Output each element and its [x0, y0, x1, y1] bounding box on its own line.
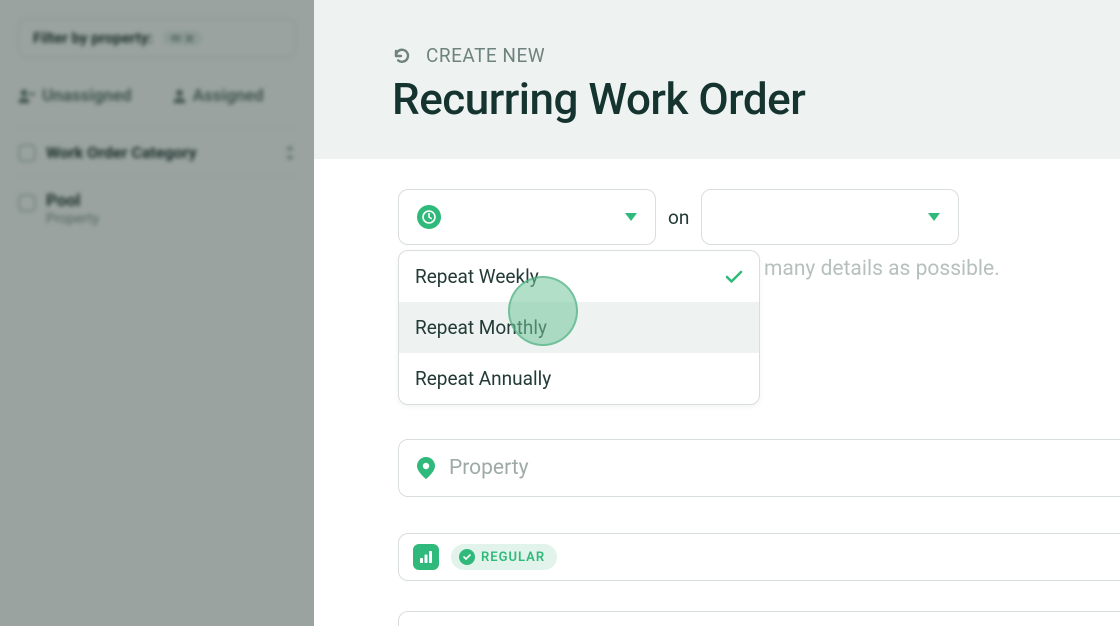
tab-unassigned-label: Unassigned — [42, 86, 132, 106]
item-checkbox[interactable] — [18, 194, 36, 212]
close-icon — [185, 34, 194, 43]
panel-header: CREATE NEW Recurring Work Order — [314, 0, 1120, 159]
priority-pill[interactable]: REGULAR — [451, 544, 557, 570]
filter-label: Filter by property: — [33, 29, 153, 47]
day-select[interactable] — [701, 189, 959, 245]
on-label: on — [668, 206, 689, 229]
list-item[interactable]: Pool Property — [18, 177, 296, 241]
user-minus-icon — [18, 88, 36, 104]
clock-icon — [417, 205, 441, 229]
priority-icon — [413, 544, 439, 570]
chevron-down-icon — [625, 213, 637, 221]
priority-field[interactable]: REGULAR — [398, 533, 1120, 581]
category-checkbox[interactable] — [18, 144, 36, 162]
main-panel: CREATE NEW Recurring Work Order Repeat W… — [314, 0, 1120, 626]
item-subtitle: Property — [46, 211, 99, 227]
dropdown-option-label: Repeat Monthly — [415, 316, 547, 339]
filter-by-property[interactable]: Filter by property: — [18, 18, 296, 58]
filter-pill-clear[interactable] — [163, 31, 202, 45]
link-icon — [171, 33, 181, 43]
dropdown-option-weekly[interactable]: Repeat Weekly — [399, 251, 759, 302]
create-new-label: CREATE NEW — [426, 44, 545, 67]
tab-assigned[interactable]: Assigned — [172, 86, 264, 106]
details-hint: many details as possible. — [764, 257, 1000, 281]
priority-label: REGULAR — [481, 550, 545, 565]
page-title: Recurring Work Order — [392, 73, 1120, 125]
property-placeholder: Property — [449, 456, 529, 480]
dropdown-option-monthly[interactable]: Repeat Monthly — [399, 302, 759, 353]
breadcrumb[interactable]: CREATE NEW — [392, 44, 1120, 67]
check-icon — [725, 270, 743, 284]
user-icon — [172, 88, 187, 104]
dropdown-option-label: Repeat Annually — [415, 367, 551, 390]
tab-assigned-label: Assigned — [193, 86, 264, 106]
dropdown-option-label: Repeat Weekly — [415, 265, 539, 288]
check-circle-icon — [459, 549, 475, 565]
assignment-tabs: Unassigned Assigned — [18, 86, 296, 128]
tab-unassigned[interactable]: Unassigned — [18, 86, 132, 106]
frequency-select[interactable]: Repeat Weekly Repeat Monthly Repeat Annu… — [398, 189, 656, 245]
form-content: Repeat Weekly Repeat Monthly Repeat Annu… — [314, 159, 1120, 626]
next-field[interactable] — [398, 611, 1120, 626]
frequency-dropdown: Repeat Weekly Repeat Monthly Repeat Annu… — [398, 250, 760, 405]
sort-icon[interactable] — [284, 145, 296, 161]
undo-icon — [392, 46, 412, 66]
category-header-label: Work Order Category — [46, 143, 197, 162]
location-pin-icon — [417, 457, 435, 479]
recurrence-row: Repeat Weekly Repeat Monthly Repeat Annu… — [398, 189, 1120, 245]
item-title: Pool — [46, 191, 99, 211]
chevron-down-icon — [928, 213, 940, 221]
sidebar: Filter by property: Unassigned Assigned … — [0, 0, 314, 626]
property-field[interactable]: Property — [398, 439, 1120, 497]
dropdown-option-annually[interactable]: Repeat Annually — [399, 353, 759, 404]
category-header-row[interactable]: Work Order Category — [18, 128, 296, 177]
